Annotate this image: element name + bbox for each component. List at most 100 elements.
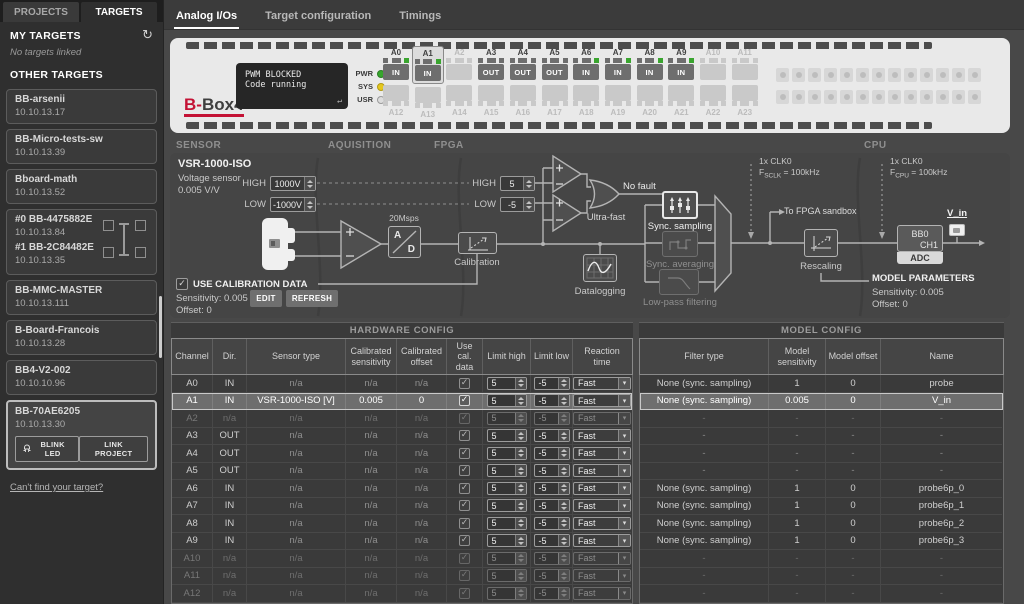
reaction-select[interactable]: Fast▾: [573, 429, 631, 442]
use-cal-checkbox[interactable]: ✓: [459, 518, 470, 529]
limit-spinner[interactable]: -5: [534, 377, 570, 390]
spinner-arrows[interactable]: [515, 570, 526, 581]
target-card[interactable]: BB-70AE620510.10.13.30BLINK LEDLINK PROJ…: [6, 400, 157, 470]
limit-spinner[interactable]: 5: [487, 394, 527, 407]
limit-spinner[interactable]: 5: [487, 587, 527, 600]
channel-a6[interactable]: A6IN: [570, 46, 602, 82]
target-card[interactable]: BB-arsenii10.10.13.17: [6, 89, 157, 124]
reaction-select[interactable]: Fast▾: [573, 534, 631, 547]
reaction-select[interactable]: Fast▾: [573, 482, 631, 495]
model-row-a9[interactable]: None (sync. sampling)10probe6p_3: [640, 533, 1003, 551]
edit-button[interactable]: EDIT: [250, 290, 282, 307]
spinner-arrows[interactable]: [558, 465, 569, 476]
fpga-high-spinner[interactable]: 5: [500, 176, 535, 191]
spinner-arrows[interactable]: [558, 553, 569, 564]
datalogging-box[interactable]: [583, 254, 617, 282]
tab-target-configuration[interactable]: Target configuration: [263, 4, 373, 29]
model-row-a8[interactable]: None (sync. sampling)10probe6p_2: [640, 515, 1003, 533]
reaction-select[interactable]: Fast▾: [573, 517, 631, 530]
channel-column-a6[interactable]: A6INA18: [570, 46, 602, 118]
channel-column-a11[interactable]: A11A23: [729, 46, 761, 118]
table-row-a1[interactable]: A1INVSR-1000-ISO [V]0.0050✓5-5Fast▾: [172, 393, 632, 411]
channel-column-a8[interactable]: A8INA20: [634, 46, 666, 118]
table-row-a6[interactable]: A6INn/an/an/a✓5-5Fast▾: [172, 480, 632, 498]
limit-spinner[interactable]: 5: [487, 569, 527, 582]
channel-column-a1[interactable]: A1INA13: [412, 46, 444, 120]
tab-targets[interactable]: TARGETS: [81, 2, 157, 22]
reaction-select[interactable]: Fast▾: [573, 394, 631, 407]
sensor-high-spinner[interactable]: 1000V: [270, 176, 316, 191]
use-cal-checkbox[interactable]: ✓: [459, 553, 470, 564]
channel-column-a0[interactable]: A0INA12: [380, 46, 412, 118]
spinner-arrows[interactable]: [304, 198, 315, 211]
limit-spinner[interactable]: 5: [487, 552, 527, 565]
spinner-arrows[interactable]: [515, 465, 526, 476]
use-cal-checkbox[interactable]: ✓: [459, 413, 470, 424]
spinner-arrows[interactable]: [515, 395, 526, 406]
limit-spinner[interactable]: -5: [534, 587, 570, 600]
rescaling-box[interactable]: [804, 229, 838, 257]
table-row-a0[interactable]: A0INn/an/an/a✓5-5Fast▾: [172, 375, 632, 393]
channel-column-a10[interactable]: A10A22: [697, 46, 729, 118]
target-card[interactable]: BB-MMC-MASTER10.10.13.111: [6, 280, 157, 315]
channel-a0[interactable]: A0IN: [380, 46, 412, 82]
limit-spinner[interactable]: -5: [534, 482, 570, 495]
spinner-arrows[interactable]: [515, 378, 526, 389]
table-row-a9[interactable]: A9INn/an/an/a✓5-5Fast▾: [172, 533, 632, 551]
model-row-a2[interactable]: ----: [640, 410, 1003, 428]
target-card[interactable]: BB4-V2-00210.10.10.96: [6, 360, 157, 395]
tab-timings[interactable]: Timings: [397, 4, 443, 29]
spinner-arrows[interactable]: [515, 430, 526, 441]
model-row-a1[interactable]: None (sync. sampling)0.0050V_in: [640, 393, 1003, 411]
channel-column-a7[interactable]: A7INA19: [602, 46, 634, 118]
target-card[interactable]: BB-Micro-tests-sw10.10.13.39: [6, 129, 157, 164]
spinner-arrows[interactable]: [523, 198, 534, 211]
table-row-a10[interactable]: A10n/an/an/an/a✓5-5Fast▾: [172, 550, 632, 568]
channel-column-a9[interactable]: A9INA21: [665, 46, 697, 118]
use-cal-checkbox[interactable]: ✓: [459, 570, 470, 581]
limit-spinner[interactable]: -5: [534, 447, 570, 460]
table-row-a5[interactable]: A5OUTn/an/an/a✓5-5Fast▾: [172, 463, 632, 481]
tab-projects[interactable]: PROJECTS: [3, 2, 79, 22]
use-cal-checkbox[interactable]: ✓: [459, 535, 470, 546]
limit-spinner[interactable]: 5: [487, 464, 527, 477]
use-cal-checkbox[interactable]: ✓: [459, 588, 470, 599]
limit-spinner[interactable]: -5: [534, 412, 570, 425]
reaction-select[interactable]: Fast▾: [573, 569, 631, 582]
use-cal-checkbox[interactable]: ✓: [459, 483, 470, 494]
channel-a9[interactable]: A9IN: [665, 46, 697, 82]
model-row-a0[interactable]: None (sync. sampling)10probe: [640, 375, 1003, 393]
reaction-select[interactable]: Fast▾: [573, 499, 631, 512]
table-row-a3[interactable]: A3OUTn/an/an/a✓5-5Fast▾: [172, 428, 632, 446]
model-row-a10[interactable]: ----: [640, 550, 1003, 568]
limit-spinner[interactable]: 5: [487, 499, 527, 512]
spinner-arrows[interactable]: [304, 177, 315, 190]
reaction-select[interactable]: Fast▾: [573, 464, 631, 477]
limit-spinner[interactable]: -5: [534, 517, 570, 530]
channel-column-a3[interactable]: A3OUTA15: [475, 46, 507, 118]
target-card[interactable]: Bboard-math10.10.13.52: [6, 169, 157, 204]
channel-a10[interactable]: A10: [697, 46, 729, 82]
channel-column-a2[interactable]: A2A14: [443, 46, 475, 118]
fpga-low-spinner[interactable]: -5: [500, 197, 535, 212]
target-card[interactable]: #0 BB-4475882E10.10.13.84#1 BB-2C84482E1…: [6, 209, 157, 275]
channel-a11[interactable]: A11: [729, 46, 761, 82]
sidebar-scrollbar-thumb[interactable]: [159, 296, 162, 358]
tab-analog-i-os[interactable]: Analog I/Os: [174, 4, 239, 29]
limit-spinner[interactable]: -5: [534, 429, 570, 442]
spinner-arrows[interactable]: [558, 588, 569, 599]
use-calibration-checkbox[interactable]: ✓: [176, 278, 188, 290]
model-row-a7[interactable]: None (sync. sampling)10probe6p_1: [640, 498, 1003, 516]
channel-a5[interactable]: A5OUT: [539, 46, 571, 82]
limit-spinner[interactable]: -5: [534, 552, 570, 565]
spinner-arrows[interactable]: [558, 535, 569, 546]
channel-column-a5[interactable]: A5OUTA17: [539, 46, 571, 118]
limit-spinner[interactable]: 5: [487, 447, 527, 460]
table-row-a7[interactable]: A7INn/an/an/a✓5-5Fast▾: [172, 498, 632, 516]
table-row-a2[interactable]: A2n/an/an/an/a✓5-5Fast▾: [172, 410, 632, 428]
channel-a7[interactable]: A7IN: [602, 46, 634, 82]
table-row-a4[interactable]: A4OUTn/an/an/a✓5-5Fast▾: [172, 445, 632, 463]
reaction-select[interactable]: Fast▾: [573, 447, 631, 460]
model-row-a5[interactable]: ----: [640, 463, 1003, 481]
reaction-select[interactable]: Fast▾: [573, 587, 631, 600]
